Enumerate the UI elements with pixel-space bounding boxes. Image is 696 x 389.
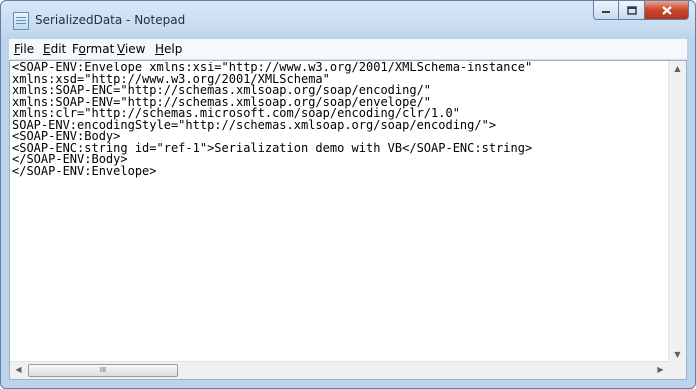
editor-area[interactable]: <SOAP-ENV:Envelope xmlns:xsi="http://www… xyxy=(9,60,687,380)
menu-edit-accesskey: E xyxy=(43,42,51,56)
minimize-icon xyxy=(602,11,610,13)
scroll-right-icon[interactable]: ▶ xyxy=(652,365,669,374)
notepad-icon[interactable] xyxy=(13,12,29,30)
scroll-down-icon[interactable]: ▼ xyxy=(669,350,686,359)
menu-format[interactable]: Format xyxy=(72,42,114,56)
maximize-button[interactable] xyxy=(619,1,645,20)
menu-file-label: ile xyxy=(20,42,35,56)
minimize-button[interactable] xyxy=(593,1,619,20)
menu-view-label: iew xyxy=(124,42,146,56)
menu-view[interactable]: View xyxy=(117,42,145,56)
menu-help[interactable]: Help xyxy=(155,42,182,56)
menu-help-accesskey: H xyxy=(155,42,165,56)
document-text[interactable]: <SOAP-ENV:Envelope xmlns:xsi="http://www… xyxy=(12,62,667,362)
menu-help-label: elp xyxy=(164,42,183,56)
notepad-window: SerializedData - Notepad File Edit Forma… xyxy=(0,0,696,389)
menu-format-accesskey: o xyxy=(78,42,86,56)
close-button[interactable] xyxy=(645,1,689,20)
caption-buttons xyxy=(593,1,689,21)
horizontal-scrollbar[interactable]: ◀ III ▶ xyxy=(10,361,669,379)
close-icon xyxy=(661,5,672,15)
maximize-icon xyxy=(626,5,637,15)
menu-edit[interactable]: Edit xyxy=(43,42,66,56)
vertical-scrollbar[interactable]: ▲ ▼ xyxy=(668,61,686,362)
window-title: SerializedData - Notepad xyxy=(35,13,186,27)
title-bar[interactable]: SerializedData - Notepad xyxy=(1,1,695,39)
scroll-up-icon[interactable]: ▲ xyxy=(669,64,686,73)
menu-file[interactable]: File xyxy=(14,42,34,56)
horizontal-scroll-thumb[interactable]: III xyxy=(28,364,178,377)
scroll-left-icon[interactable]: ◀ xyxy=(10,365,27,374)
menu-view-accesskey: V xyxy=(117,42,125,56)
menu-edit-label: dit xyxy=(50,42,67,56)
size-grip[interactable] xyxy=(669,362,686,379)
menu-format-label: rmat xyxy=(85,42,115,56)
menu-bar: File Edit Format View Help xyxy=(9,39,687,60)
